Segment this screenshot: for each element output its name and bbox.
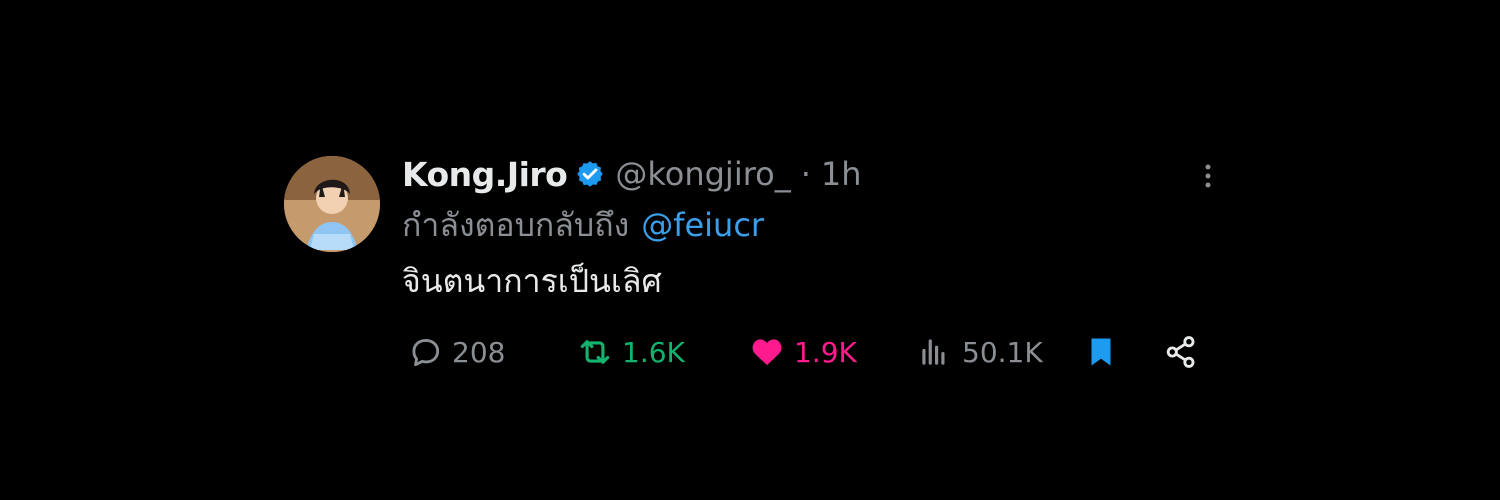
views-button[interactable]: 50.1K (916, 330, 1043, 374)
tweet-actions: 208 1.6K 1.9K 50.1K (406, 330, 1206, 374)
like-button[interactable]: 1.9K (748, 330, 857, 374)
reply-icon (406, 333, 452, 371)
timestamp[interactable]: 1h (821, 155, 862, 193)
retweet-count: 1.6K (622, 335, 685, 369)
tweet-card[interactable]: Kong.Jiro @kongjiro_ · 1h กำลังตอบกลับถึ… (284, 155, 1224, 386)
views-count: 50.1K (962, 335, 1043, 369)
like-count: 1.9K (794, 335, 857, 369)
replying-to-label: กำลังตอบกลับถึง (402, 205, 630, 244)
heart-icon (748, 333, 794, 371)
avatar-image (284, 156, 380, 252)
reply-count: 208 (452, 335, 506, 369)
tweet-header: Kong.Jiro @kongjiro_ · 1h (402, 155, 1224, 194)
tweet-text: จินตนาการเป็นเลิศ (402, 262, 662, 300)
separator-dot: · (800, 155, 811, 193)
share-icon (1162, 333, 1200, 371)
retweet-icon (576, 333, 622, 371)
display-name[interactable]: Kong.Jiro (402, 155, 568, 194)
bookmark-icon (1082, 333, 1120, 371)
replying-to-line: กำลังตอบกลับถึง @feiucr (402, 204, 1224, 246)
retweet-button[interactable]: 1.6K (576, 330, 685, 374)
views-icon (916, 333, 962, 371)
bookmark-button[interactable] (1082, 330, 1120, 374)
verified-badge-icon (575, 159, 605, 189)
more-vertical-icon[interactable] (1192, 160, 1224, 192)
user-handle[interactable]: @kongjiro_ (615, 155, 790, 193)
reply-mention-link[interactable]: @feiucr (641, 206, 764, 244)
reply-button[interactable]: 208 (406, 330, 505, 374)
share-button[interactable] (1162, 330, 1200, 374)
tweet-content: Kong.Jiro @kongjiro_ · 1h กำลังตอบกลับถึ… (402, 155, 1224, 302)
avatar[interactable] (284, 156, 380, 252)
